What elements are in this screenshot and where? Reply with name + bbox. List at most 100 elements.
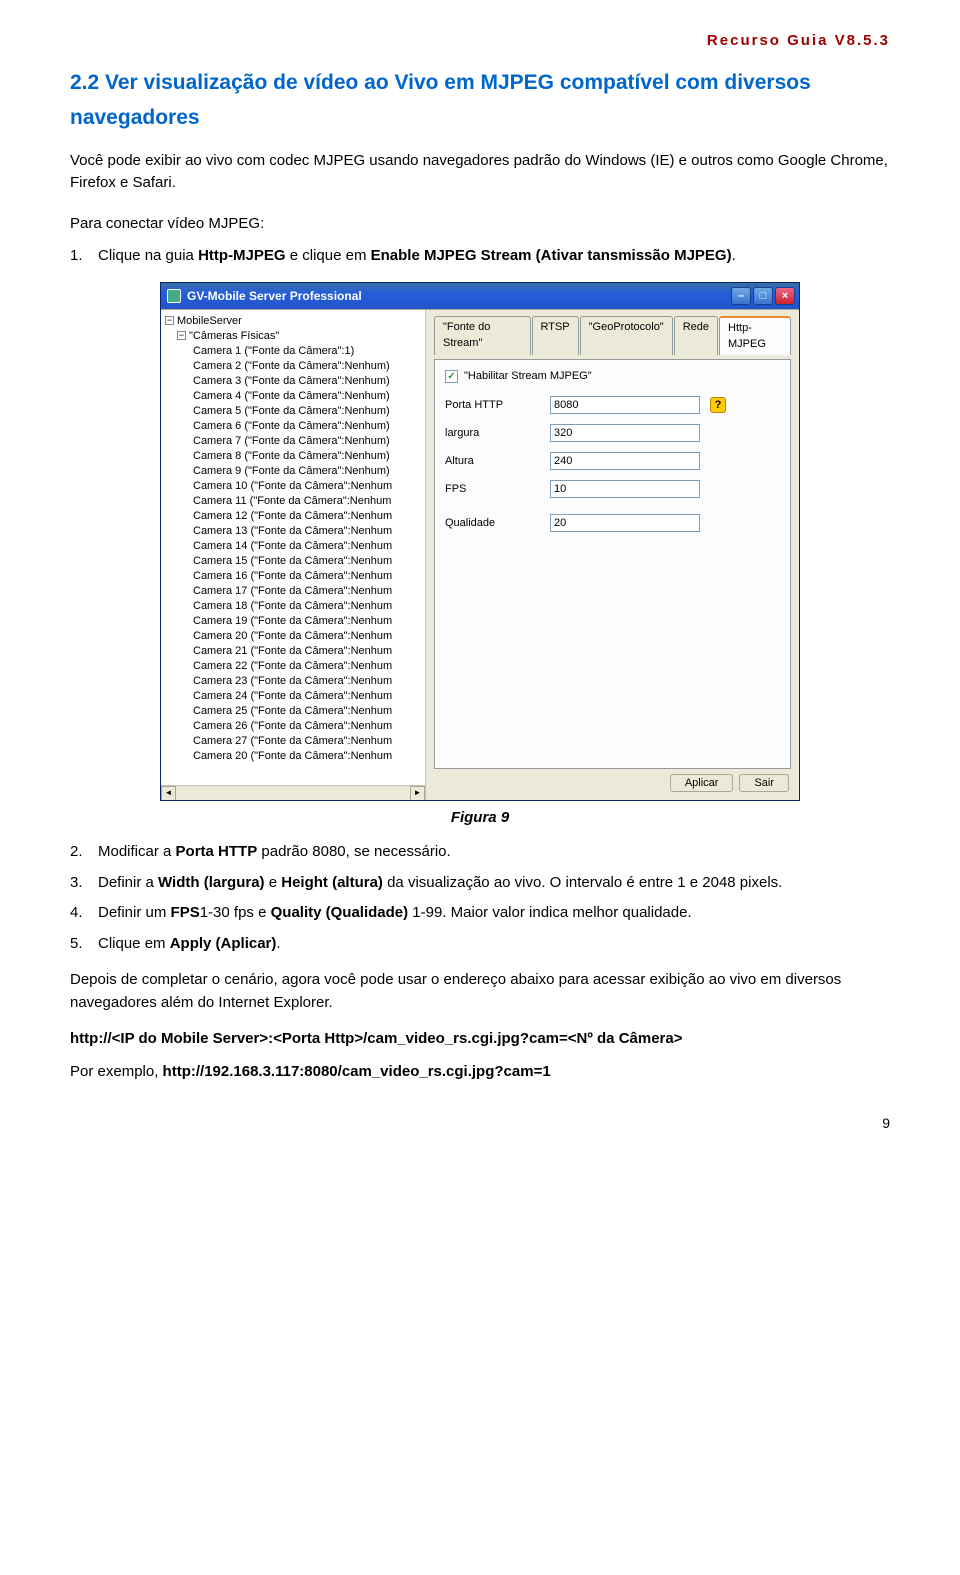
tree-panel: −MobileServer −"Câmeras Físicas" Camera … [161, 310, 426, 800]
step-4: 4. Definir um FPS1-30 fps e Quality (Qua… [70, 902, 890, 925]
tree-camera-item[interactable]: Camera 27 ("Fonte da Câmera":Nenhum [165, 734, 425, 749]
tree-camera-item[interactable]: Camera 1 ("Fonte da Câmera":1) [165, 344, 425, 359]
section-title: 2.2 Ver visualização de vídeo ao Vivo em… [70, 65, 890, 136]
tree-camera-item[interactable]: Camera 4 ("Fonte da Câmera":Nenhum) [165, 389, 425, 404]
collapse-icon[interactable]: − [165, 316, 174, 325]
step-text: Definir a Width (largura) e Height (altu… [98, 872, 890, 895]
enable-mjpeg-checkbox[interactable]: ✓ [445, 370, 458, 383]
tree-camera-item[interactable]: Camera 24 ("Fonte da Câmera":Nenhum [165, 689, 425, 704]
tree-camera-item[interactable]: Camera 5 ("Fonte da Câmera":Nenhum) [165, 404, 425, 419]
tree-camera-item[interactable]: Camera 20 ("Fonte da Câmera":Nenhum [165, 749, 425, 764]
t: e [265, 874, 282, 891]
step-text: Clique na guia Http-MJPEG e clique em En… [98, 245, 890, 268]
step-number: 4. [70, 902, 98, 925]
t: Definir um [98, 904, 171, 921]
step-text: Definir um FPS1-30 fps e Quality (Qualid… [98, 902, 890, 925]
app-icon [167, 289, 181, 303]
step-2: 2. Modificar a Porta HTTP padrão 8080, s… [70, 841, 890, 864]
tab-panel: ✓ "Habilitar Stream MJPEG" Porta HTTP ? … [434, 359, 791, 769]
t: Modificar a [98, 843, 176, 860]
label-height: Altura [445, 453, 550, 470]
t: Definir a [98, 874, 158, 891]
tree-camera-item[interactable]: Camera 16 ("Fonte da Câmera":Nenhum [165, 569, 425, 584]
tab-httpmjpeg[interactable]: Http-MJPEG [719, 316, 791, 355]
t-bold: Height (altura) [281, 874, 383, 891]
enable-mjpeg-label: "Habilitar Stream MJPEG" [464, 368, 592, 385]
input-width[interactable] [550, 424, 700, 442]
tree-camera-item[interactable]: Camera 9 ("Fonte da Câmera":Nenhum) [165, 464, 425, 479]
tab-geoprotocolo[interactable]: "GeoProtocolo" [580, 316, 673, 355]
t: . [732, 247, 736, 264]
tab-bar: "Fonte do Stream"RTSP"GeoProtocolo"RedeH… [434, 316, 791, 355]
step-number: 3. [70, 872, 98, 895]
example-url: http://192.168.3.117:8080/cam_video_rs.c… [163, 1063, 551, 1080]
t: Por exemplo, [70, 1063, 163, 1080]
horizontal-scrollbar[interactable]: ◄ ► [161, 785, 425, 800]
tree-camera-item[interactable]: Camera 13 ("Fonte da Câmera":Nenhum [165, 524, 425, 539]
label-fps: FPS [445, 481, 550, 498]
tab-rede[interactable]: Rede [674, 316, 718, 355]
t: 1-99. Maior valor indica melhor qualidad… [408, 904, 691, 921]
maximize-button[interactable]: □ [753, 287, 773, 305]
titlebar: GV-Mobile Server Professional – □ × [161, 283, 799, 309]
tree-camera-item[interactable]: Camera 23 ("Fonte da Câmera":Nenhum [165, 674, 425, 689]
exit-button[interactable]: Sair [739, 774, 789, 792]
step-number: 5. [70, 933, 98, 956]
label-width: largura [445, 425, 550, 442]
intro-text: Você pode exibir ao vivo com codec MJPEG… [70, 150, 890, 195]
footer-paragraph: Depois de completar o cenário, agora voc… [70, 969, 890, 1014]
collapse-icon[interactable]: − [177, 331, 186, 340]
tree-camera-item[interactable]: Camera 10 ("Fonte da Câmera":Nenhum [165, 479, 425, 494]
tree-camera-item[interactable]: Camera 25 ("Fonte da Câmera":Nenhum [165, 704, 425, 719]
help-icon[interactable]: ? [710, 397, 726, 413]
t: 1-30 fps e [200, 904, 271, 921]
close-button[interactable]: × [775, 287, 795, 305]
input-height[interactable] [550, 452, 700, 470]
t-bold: Porta HTTP [176, 843, 258, 860]
scroll-right-icon[interactable]: ► [410, 786, 425, 800]
tree-root-label: MobileServer [177, 315, 242, 327]
tree-camera-item[interactable]: Camera 18 ("Fonte da Câmera":Nenhum [165, 599, 425, 614]
tree-camera-item[interactable]: Camera 17 ("Fonte da Câmera":Nenhum [165, 584, 425, 599]
tree-camera-item[interactable]: Camera 22 ("Fonte da Câmera":Nenhum [165, 659, 425, 674]
t-bold: Enable MJPEG Stream (Ativar tansmissão M… [371, 247, 732, 264]
tree-camera-item[interactable]: Camera 3 ("Fonte da Câmera":Nenhum) [165, 374, 425, 389]
scroll-left-icon[interactable]: ◄ [161, 786, 176, 800]
tree-camera-item[interactable]: Camera 11 ("Fonte da Câmera":Nenhum [165, 494, 425, 509]
tree-camera-item[interactable]: Camera 15 ("Fonte da Câmera":Nenhum [165, 554, 425, 569]
t: Clique na guia [98, 247, 198, 264]
tree-camera-item[interactable]: Camera 21 ("Fonte da Câmera":Nenhum [165, 644, 425, 659]
tree-group[interactable]: −"Câmeras Físicas" [165, 329, 425, 344]
step-number: 2. [70, 841, 98, 864]
tree-camera-item[interactable]: Camera 19 ("Fonte da Câmera":Nenhum [165, 614, 425, 629]
tree-camera-item[interactable]: Camera 6 ("Fonte da Câmera":Nenhum) [165, 419, 425, 434]
tree-camera-item[interactable]: Camera 14 ("Fonte da Câmera":Nenhum [165, 539, 425, 554]
tab-rtsp[interactable]: RTSP [532, 316, 579, 355]
tree-camera-item[interactable]: Camera 2 ("Fonte da Câmera":Nenhum) [165, 359, 425, 374]
tree-group-label: "Câmeras Físicas" [189, 330, 279, 342]
tree-camera-item[interactable]: Camera 7 ("Fonte da Câmera":Nenhum) [165, 434, 425, 449]
input-http-port[interactable] [550, 396, 700, 414]
settings-panel: "Fonte do Stream"RTSP"GeoProtocolo"RedeH… [426, 310, 799, 800]
window-title: GV-Mobile Server Professional [187, 287, 362, 305]
field-http-port: Porta HTTP ? [445, 396, 780, 414]
tree-camera-item[interactable]: Camera 12 ("Fonte da Câmera":Nenhum [165, 509, 425, 524]
document-header: Recurso Guia V8.5.3 [70, 30, 890, 53]
label-http-port: Porta HTTP [445, 397, 550, 414]
t-bold: Apply (Aplicar) [170, 935, 277, 952]
tree-camera-item[interactable]: Camera 26 ("Fonte da Câmera":Nenhum [165, 719, 425, 734]
apply-button[interactable]: Aplicar [670, 774, 734, 792]
minimize-button[interactable]: – [731, 287, 751, 305]
input-fps[interactable] [550, 480, 700, 498]
input-quality[interactable] [550, 514, 700, 532]
tree-camera-item[interactable]: Camera 20 ("Fonte da Câmera":Nenhum [165, 629, 425, 644]
t-bold: Http-MJPEG [198, 247, 286, 264]
tab-fontedostream[interactable]: "Fonte do Stream" [434, 316, 531, 355]
example-line: Por exemplo, http://192.168.3.117:8080/c… [70, 1061, 890, 1084]
field-quality: Qualidade [445, 514, 780, 532]
tree-root[interactable]: −MobileServer [165, 314, 425, 329]
t: e clique em [286, 247, 371, 264]
tree-camera-item[interactable]: Camera 8 ("Fonte da Câmera":Nenhum) [165, 449, 425, 464]
t: . [276, 935, 280, 952]
app-window: GV-Mobile Server Professional – □ × −Mob… [160, 282, 800, 801]
